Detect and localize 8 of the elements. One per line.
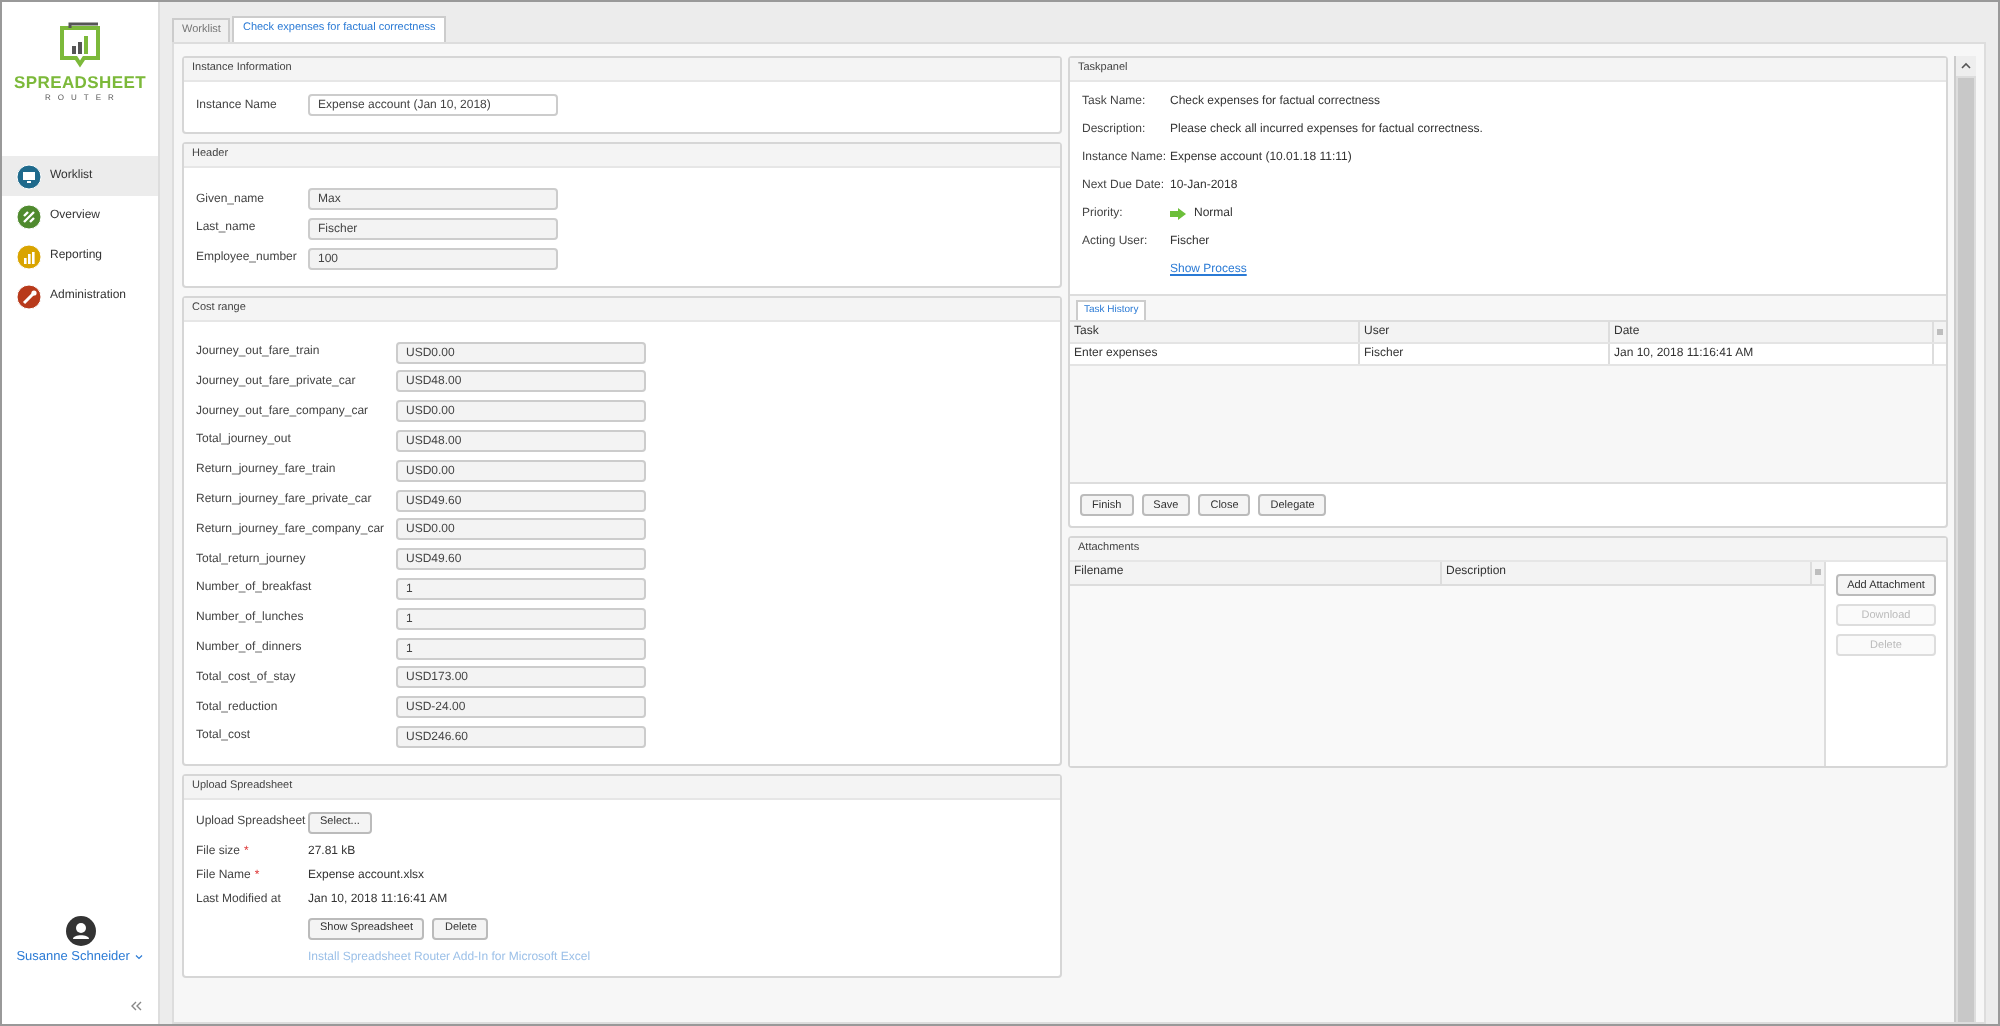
chevron-up-icon [1956,56,1976,76]
collapse-icon [130,1000,142,1012]
arrow-right-icon [1170,208,1186,220]
chevron-down-icon [133,954,144,960]
logo-title: SPREADSHEET [14,72,146,92]
spreadsheet-chart-icon [56,22,104,70]
scrollbar[interactable] [1954,56,1976,1022]
avatar-icon [65,916,95,946]
